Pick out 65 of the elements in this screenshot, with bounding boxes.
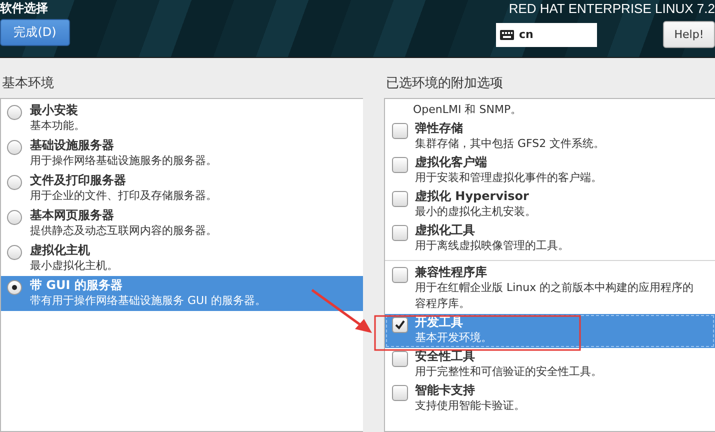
addon-name: 兼容性程序库 — [415, 265, 488, 280]
keyboard-icon — [500, 30, 514, 40]
environment-description: 最小虚拟化主机。 — [30, 258, 118, 274]
environment-name: 虚拟化主机 — [30, 243, 91, 258]
checkbox[interactable] — [392, 225, 408, 241]
addon-description: 用于安装和管理虚拟化事件的客户端。 — [415, 170, 602, 186]
environment-description: 提供静态及动态互联网内容的服务器。 — [30, 223, 217, 239]
addon-description: 集群存储，其中包括 GFS2 文件系统。 — [415, 136, 605, 152]
section-heading: 已选环境的附加选项 — [385, 75, 504, 93]
checkbox[interactable] — [392, 191, 408, 207]
environment-description: 带有用于操作网络基础设施服务 GUI 的服务器。 — [30, 293, 266, 309]
addon-name: 安全性工具 — [415, 349, 476, 364]
done-button[interactable]: 完成(D) — [0, 19, 70, 46]
environment-description: 用于操作网络基础设施服务的服务器。 — [30, 153, 217, 169]
keyboard-layout-label: cn — [519, 28, 534, 41]
screen-title: 软件选择 — [0, 1, 49, 16]
radio-button[interactable] — [7, 105, 22, 120]
environment-item[interactable]: 最小安装 基本功能。 — [1, 101, 363, 136]
addon-description: 支持使用智能卡验证。 — [415, 398, 525, 414]
addon-description: 用于完整性和可信验证的安全性工具。 — [415, 364, 602, 380]
addon-item[interactable]: 虚拟化客户端 用于安装和管理虚拟化事件的客户端。 — [385, 154, 715, 188]
addon-name: 虚拟化 Hypervisor — [415, 189, 530, 204]
addon-item[interactable]: 虚拟化工具 用于离线虚拟映像管理的工具。 — [385, 222, 715, 256]
section-heading: 基本环境 — [1, 75, 55, 93]
addon-name: 智能卡支持 — [415, 383, 476, 398]
radio-button[interactable] — [7, 140, 22, 155]
addon-description: OpenLMI 和 SNMP。 — [413, 102, 522, 118]
radio-button[interactable] — [7, 245, 22, 260]
addon-description: 用于在红帽企业版 Linux 的之前版本中构建的应用程序的 — [415, 280, 694, 296]
addon-item[interactable]: 虚拟化 Hypervisor 最小的虚拟化主机安装。 — [385, 188, 715, 222]
help-button[interactable]: Help! — [663, 21, 715, 48]
checkbox[interactable] — [392, 123, 408, 139]
radio-button[interactable] — [7, 210, 22, 225]
environment-name: 基础设施服务器 — [30, 138, 115, 153]
checkbox[interactable] — [392, 317, 408, 333]
keyboard-layout-field[interactable]: cn — [496, 22, 597, 46]
addon-name: 弹性存储 — [415, 121, 464, 136]
addon-item[interactable]: 智能卡支持 支持使用智能卡验证。 — [385, 382, 715, 416]
radio-button[interactable] — [7, 175, 22, 190]
environment-name: 最小安装 — [30, 103, 79, 118]
addon-description: 容程序库。 — [415, 296, 471, 312]
environment-item[interactable]: 基础设施服务器 用于操作网络基础设施服务的服务器。 — [1, 136, 363, 171]
environment-name: 文件及打印服务器 — [30, 173, 127, 188]
addon-description: 最小的虚拟化主机安装。 — [415, 204, 536, 220]
addon-name: 开发工具 — [415, 315, 464, 330]
environment-name: 基本网页服务器 — [30, 208, 115, 223]
addon-item[interactable]: 弹性存储 集群存储，其中包括 GFS2 文件系统。 — [385, 120, 715, 154]
checkbox[interactable] — [392, 157, 408, 173]
environment-description: 基本功能。 — [30, 118, 85, 134]
addon-name: 虚拟化客户端 — [415, 155, 488, 170]
checkbox[interactable] — [392, 385, 408, 401]
addon-item[interactable]: 安全性工具 用于完整性和可信验证的安全性工具。 — [385, 348, 715, 382]
environment-description: 用于企业的文件、打印及存储服务器。 — [30, 188, 217, 204]
environment-item[interactable]: 基本网页服务器 提供静态及动态互联网内容的服务器。 — [1, 206, 363, 241]
addon-name: 虚拟化工具 — [415, 223, 476, 238]
annotation-arrow — [311, 288, 372, 333]
addon-description: 用于离线虚拟映像管理的工具。 — [415, 238, 569, 254]
addon-description: 基本开发环境。 — [415, 330, 492, 346]
environment-name: 带 GUI 的服务器 — [30, 278, 124, 293]
environment-item[interactable]: 文件及打印服务器 用于企业的文件、打印及存储服务器。 — [1, 171, 363, 206]
environment-item[interactable]: 虚拟化主机 最小虚拟化主机。 — [1, 241, 363, 276]
checkbox[interactable] — [392, 351, 408, 367]
radio-button[interactable] — [7, 280, 22, 295]
checkbox[interactable] — [392, 267, 408, 283]
product-name: RED HAT ENTERPRISE LINUX 7.2 — [508, 1, 715, 16]
